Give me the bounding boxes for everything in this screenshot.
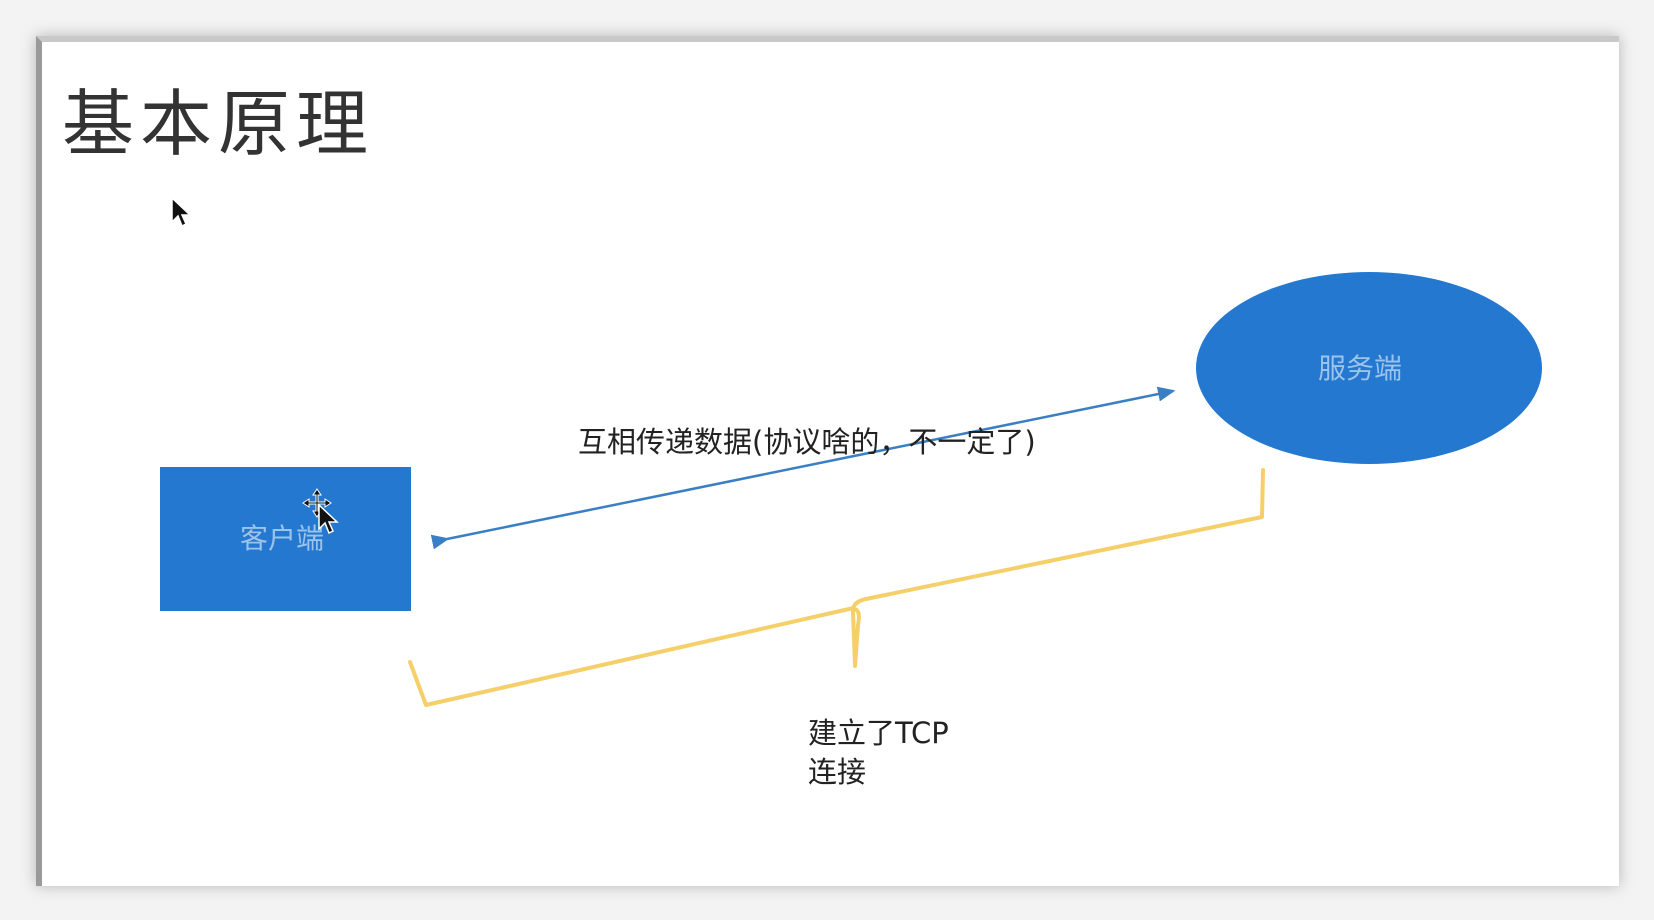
arrow-label: 互相传递数据(协议啥的，不一定了) [578,425,1036,459]
data-exchange-arrow[interactable] [430,386,1176,550]
server-label: 服务端 [1318,352,1402,385]
tcp-connection-brace[interactable] [408,468,1265,707]
screen: 基本原理 客户端 服务端 互相传递数据(协议啥的，不一定了) 建立了TCP 连接 [0,0,1654,920]
mouse-pointer-icon [171,196,192,228]
client-label: 客户端 [240,522,324,555]
brace-label-line-1: 建立了TCP [808,716,949,750]
tcp-diagram: 客户端 服务端 互相传递数据(协议啥的，不一定了) 建立了TCP 连接 [160,196,1542,789]
brace-label-line-2: 连接 [808,755,866,789]
